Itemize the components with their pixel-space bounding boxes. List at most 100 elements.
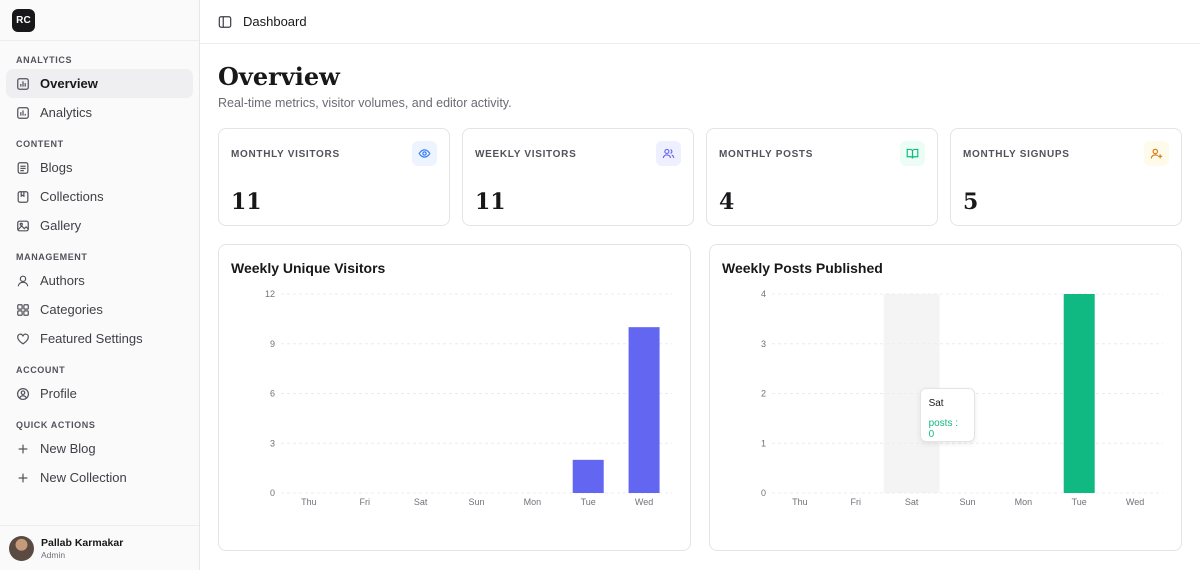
x-tick-label: Sun bbox=[959, 497, 975, 507]
brand: RC bbox=[0, 0, 199, 41]
stat-card-monthly-visitors: MONTHLY VISITORS 11 bbox=[218, 128, 450, 226]
y-tick-label: 6 bbox=[270, 389, 275, 399]
x-tick-label: Fri bbox=[360, 497, 371, 507]
sidebar-item-authors[interactable]: Authors bbox=[6, 266, 193, 295]
sidebar-item-overview[interactable]: Overview bbox=[6, 69, 193, 98]
sidebar-item-new-collection[interactable]: New Collection bbox=[6, 463, 193, 492]
sidebar-item-label: Blogs bbox=[40, 160, 73, 175]
stat-card-monthly-posts: MONTHLY POSTS 4 bbox=[706, 128, 938, 226]
y-tick-label: 9 bbox=[270, 339, 275, 349]
sidebar-item-label: Collections bbox=[40, 189, 104, 204]
user-role: Admin bbox=[41, 549, 66, 560]
charts-row: Weekly Unique Visitors 0 3 6 9 12 Thu Fri Sat Su… bbox=[218, 244, 1182, 551]
section-title: ACCOUNT bbox=[16, 365, 66, 375]
section-title: CONTENT bbox=[16, 139, 64, 149]
sidebar-nav: ANALYTICS Overview Analytics CONTENT Blogs Co… bbox=[0, 41, 199, 570]
sidebar-toggle-icon[interactable] bbox=[218, 15, 232, 29]
section-title: ANALYTICS bbox=[16, 55, 73, 65]
sidebar: RC ANALYTICS Overview Analytics CONTENT Blog… bbox=[0, 0, 200, 570]
x-tick-label: Thu bbox=[792, 497, 808, 507]
y-tick-label: 2 bbox=[761, 389, 766, 399]
y-tick-label: 0 bbox=[270, 488, 275, 498]
sidebar-item-featured-settings[interactable]: Featured Settings bbox=[6, 324, 193, 353]
user-name: Pallab Karmakar bbox=[41, 536, 124, 549]
collection-icon bbox=[16, 190, 30, 204]
x-tick-label: Tue bbox=[581, 497, 596, 507]
y-tick-label: 1 bbox=[761, 438, 766, 448]
main-content: Dashboard Overview Real-time metrics, vi… bbox=[200, 0, 1200, 570]
y-tick-label: 12 bbox=[265, 289, 275, 299]
x-tick-label: Wed bbox=[635, 497, 653, 507]
breadcrumb: Dashboard bbox=[243, 14, 307, 29]
heart-icon bbox=[16, 332, 30, 346]
y-tick-label: 3 bbox=[761, 339, 766, 349]
page-title: Overview bbox=[218, 62, 340, 91]
sidebar-item-label: Authors bbox=[40, 273, 85, 288]
weekly-visitors-chart: Weekly Unique Visitors 0 3 6 9 12 Thu Fri Sat Su… bbox=[218, 244, 691, 551]
user-icon bbox=[16, 274, 30, 288]
bar-chart-icon bbox=[16, 106, 30, 120]
x-tick-label: Thu bbox=[301, 497, 317, 507]
chart-plot: 0 3 6 9 12 Thu Fri Sat Sun Mon Tue Wed bbox=[265, 289, 672, 507]
stat-label: MONTHLY POSTS bbox=[719, 149, 814, 160]
profile-icon bbox=[16, 387, 30, 401]
section-title: QUICK ACTIONS bbox=[16, 420, 96, 430]
user-plus-icon bbox=[1144, 141, 1169, 166]
stat-card-weekly-visitors: WEEKLY VISITORS 11 bbox=[462, 128, 694, 226]
book-icon bbox=[900, 141, 925, 166]
tooltip-value: posts : 0 bbox=[928, 418, 959, 440]
chart-tooltip: Sat posts : 0 bbox=[919, 388, 975, 442]
sidebar-item-gallery[interactable]: Gallery bbox=[6, 211, 193, 240]
user-profile[interactable]: Pallab Karmakar Admin bbox=[0, 525, 199, 570]
tooltip-label: Sat bbox=[928, 398, 944, 409]
plus-icon bbox=[16, 442, 30, 456]
sidebar-item-label: Featured Settings bbox=[40, 331, 143, 346]
y-tick-label: 4 bbox=[761, 289, 766, 299]
overview-content: Overview Real-time metrics, visitor volu… bbox=[200, 44, 1200, 551]
sidebar-item-label: Gallery bbox=[40, 218, 82, 233]
y-tick-label: 0 bbox=[761, 488, 766, 498]
bar bbox=[1063, 294, 1095, 493]
x-tick-label: Sat bbox=[905, 497, 919, 507]
eye-icon bbox=[412, 141, 437, 166]
app-logo[interactable]: RC bbox=[12, 8, 35, 32]
image-icon bbox=[16, 219, 30, 233]
weekly-posts-chart: Weekly Posts Published 0 1 2 3 4 Thu Fri Sat Sun… bbox=[709, 244, 1182, 551]
page-subtitle: Real-time metrics, visitor volumes, and … bbox=[218, 96, 512, 110]
stat-card-monthly-signups: MONTHLY SIGNUPS 5 bbox=[950, 128, 1182, 226]
sidebar-item-profile[interactable]: Profile bbox=[6, 379, 193, 408]
sidebar-item-label: Analytics bbox=[40, 105, 93, 120]
stat-value: 11 bbox=[231, 189, 262, 215]
document-icon bbox=[16, 161, 30, 175]
sidebar-item-categories[interactable]: Categories bbox=[6, 295, 193, 324]
topbar: Dashboard bbox=[200, 0, 1200, 44]
bar bbox=[572, 459, 604, 493]
users-icon bbox=[656, 141, 681, 166]
stat-label: MONTHLY VISITORS bbox=[231, 149, 340, 160]
stat-value: 4 bbox=[719, 189, 735, 215]
x-tick-label: Fri bbox=[851, 497, 862, 507]
x-tick-label: Sun bbox=[468, 497, 484, 507]
sidebar-item-label: Profile bbox=[40, 386, 77, 401]
x-tick-label: Tue bbox=[1072, 497, 1087, 507]
avatar bbox=[9, 535, 34, 561]
sidebar-item-label: Overview bbox=[40, 76, 98, 91]
sidebar-item-blogs[interactable]: Blogs bbox=[6, 153, 193, 182]
x-tick-label: Mon bbox=[1015, 497, 1033, 507]
x-tick-label: Wed bbox=[1126, 497, 1144, 507]
stat-value: 11 bbox=[475, 189, 506, 215]
sidebar-item-collections[interactable]: Collections bbox=[6, 182, 193, 211]
x-tick-label: Mon bbox=[524, 497, 542, 507]
grid-icon bbox=[16, 303, 30, 317]
stat-label: MONTHLY SIGNUPS bbox=[963, 149, 1070, 160]
section-title: MANAGEMENT bbox=[16, 252, 88, 262]
stat-label: WEEKLY VISITORS bbox=[475, 149, 577, 160]
bar bbox=[628, 327, 660, 493]
chart-icon bbox=[16, 77, 30, 91]
sidebar-item-label: New Collection bbox=[40, 470, 127, 485]
sidebar-item-new-blog[interactable]: New Blog bbox=[6, 434, 193, 463]
sidebar-item-label: Categories bbox=[40, 302, 103, 317]
plus-icon bbox=[16, 471, 30, 485]
sidebar-item-analytics[interactable]: Analytics bbox=[6, 98, 193, 127]
app: RC ANALYTICS Overview Analytics CONTENT Blog… bbox=[0, 0, 1200, 570]
